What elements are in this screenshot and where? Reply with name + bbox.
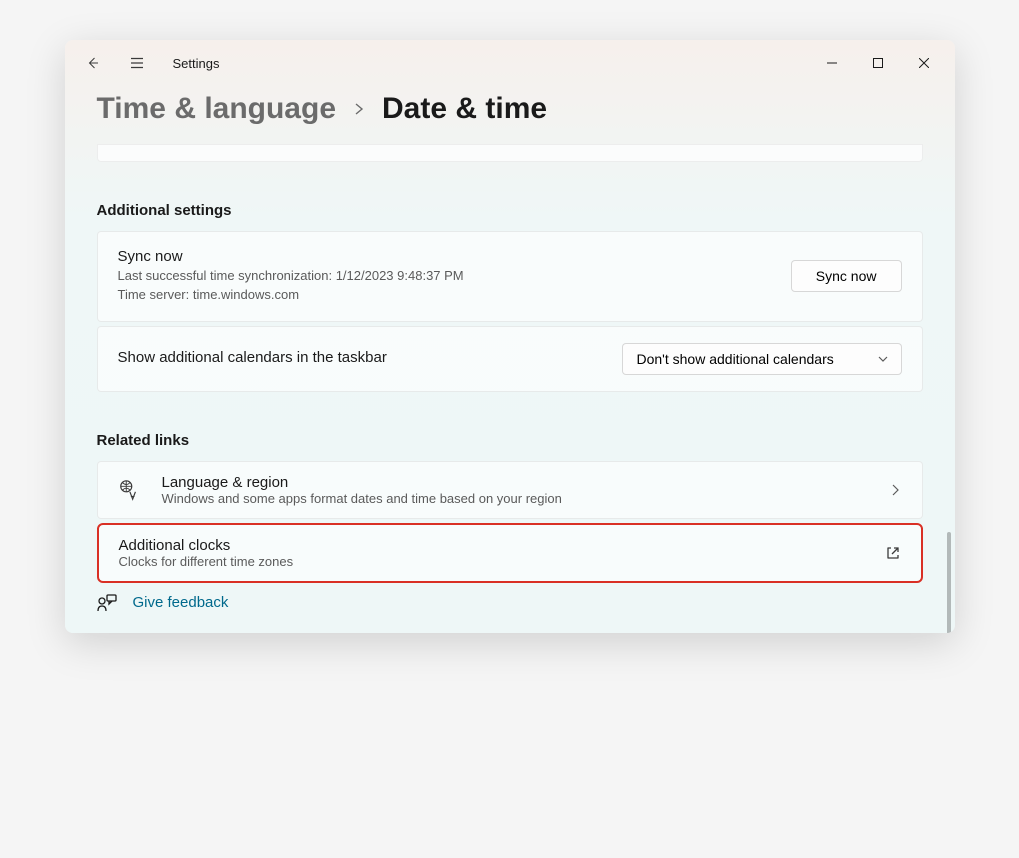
maximize-icon <box>873 58 883 68</box>
hamburger-menu-button[interactable] <box>117 43 157 83</box>
window-controls <box>809 47 947 79</box>
sync-now-server: Time server: time.windows.com <box>118 286 464 305</box>
maximize-button[interactable] <box>855 47 901 79</box>
additional-clocks-link[interactable]: Additional clocks Clocks for different t… <box>97 523 923 583</box>
partial-card-top <box>97 144 923 162</box>
give-feedback-label: Give feedback <box>133 594 229 611</box>
titlebar: Settings <box>65 40 955 86</box>
sync-now-last-sync: Last successful time synchronization: 1/… <box>118 267 464 286</box>
back-button[interactable] <box>73 43 113 83</box>
feedback-icon <box>97 593 117 613</box>
additional-calendars-label: Show additional calendars in the taskbar <box>118 349 387 366</box>
additional-clocks-title: Additional clocks <box>119 537 885 554</box>
chevron-down-icon <box>877 353 889 365</box>
chevron-right-icon <box>888 483 902 497</box>
language-region-sub: Windows and some apps format dates and t… <box>162 491 866 506</box>
sync-now-card: Sync now Last successful time synchroniz… <box>97 231 923 322</box>
sync-now-button[interactable]: Sync now <box>791 260 902 292</box>
titlebar-left: Settings <box>73 43 220 83</box>
language-region-icon <box>118 479 140 501</box>
section-heading-related-links: Related links <box>97 432 923 449</box>
scrollbar[interactable] <box>947 532 951 633</box>
language-region-link[interactable]: Language & region Windows and some apps … <box>97 461 923 519</box>
back-arrow-icon <box>85 55 101 71</box>
sync-now-text: Sync now Last successful time synchroniz… <box>118 248 464 305</box>
sync-now-title: Sync now <box>118 248 464 265</box>
dropdown-selected: Don't show additional calendars <box>637 351 834 367</box>
external-link-icon <box>885 545 901 561</box>
content-area: Time & language Date & time Additional s… <box>65 92 955 633</box>
breadcrumb-current: Date & time <box>382 92 547 126</box>
additional-clocks-body: Additional clocks Clocks for different t… <box>119 537 885 569</box>
language-region-body: Language & region Windows and some apps … <box>162 474 866 506</box>
minimize-button[interactable] <box>809 47 855 79</box>
chevron-right-icon <box>352 102 366 116</box>
minimize-icon <box>827 58 837 68</box>
additional-clocks-sub: Clocks for different time zones <box>119 554 885 569</box>
breadcrumb-parent[interactable]: Time & language <box>97 92 337 126</box>
give-feedback-link[interactable]: Give feedback <box>97 593 923 613</box>
additional-calendars-card: Show additional calendars in the taskbar… <box>97 326 923 392</box>
settings-window: Settings Time & language Date & time Add… <box>65 40 955 633</box>
language-region-title: Language & region <box>162 474 866 491</box>
additional-calendars-text: Show additional calendars in the taskbar <box>118 349 387 368</box>
breadcrumb: Time & language Date & time <box>97 92 923 126</box>
section-heading-additional-settings: Additional settings <box>97 202 923 219</box>
app-title: Settings <box>173 56 220 71</box>
close-button[interactable] <box>901 47 947 79</box>
hamburger-icon <box>129 55 145 71</box>
additional-calendars-dropdown[interactable]: Don't show additional calendars <box>622 343 902 375</box>
close-icon <box>919 58 929 68</box>
